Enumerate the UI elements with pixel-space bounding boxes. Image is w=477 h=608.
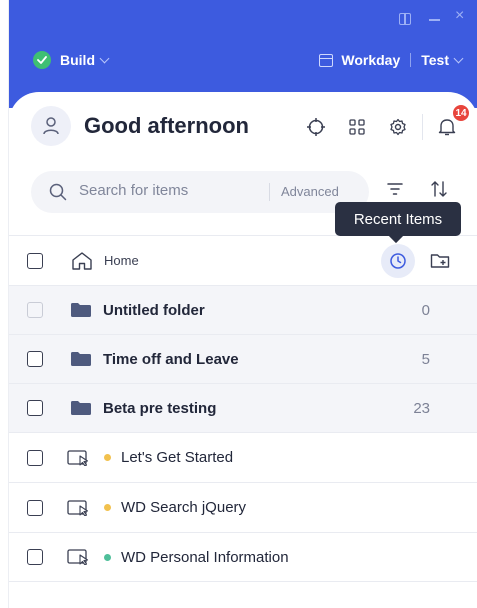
list-item-folder[interactable]: Untitled folder 0 xyxy=(9,285,477,334)
search-icon xyxy=(49,183,67,201)
user-icon xyxy=(43,117,59,135)
search-input[interactable] xyxy=(79,182,259,199)
chevron-down-icon xyxy=(99,53,110,63)
app-panel: × Build Workday Test Good afternoon 14 S… xyxy=(8,0,477,608)
row-checkbox xyxy=(27,302,43,318)
grid-icon[interactable] xyxy=(346,116,368,138)
status-dot xyxy=(104,504,111,511)
list-item-folder[interactable]: Time off and Leave 5 xyxy=(9,334,477,383)
list-item-folder[interactable]: Beta pre testing 23 xyxy=(9,383,477,432)
avatar[interactable] xyxy=(31,106,71,146)
filter-icon[interactable] xyxy=(387,182,403,196)
row-checkbox[interactable] xyxy=(27,499,43,516)
notification-badge: 14 xyxy=(451,103,471,123)
recent-items-button[interactable] xyxy=(381,243,415,278)
divider xyxy=(410,53,412,67)
flow-icon xyxy=(67,449,89,466)
folder-icon xyxy=(71,303,91,317)
gear-icon[interactable] xyxy=(387,116,409,138)
divider xyxy=(422,114,423,140)
folder-icon xyxy=(71,352,91,366)
select-all-checkbox[interactable] xyxy=(27,252,43,269)
item-count: 23 xyxy=(413,399,430,417)
minimize-icon[interactable] xyxy=(429,19,440,21)
folder-name: Beta pre testing xyxy=(103,399,217,417)
item-count: 0 xyxy=(421,301,430,319)
workspace-icon xyxy=(319,53,334,67)
greeting-title: Good afternoon xyxy=(84,113,249,138)
row-checkbox[interactable] xyxy=(27,449,43,466)
folder-name: Time off and Leave xyxy=(103,350,239,368)
breadcrumb-home[interactable]: Home xyxy=(104,253,139,268)
list-item-flow[interactable]: WD Search jQuery xyxy=(9,482,477,532)
sort-icon[interactable] xyxy=(430,180,448,198)
close-icon[interactable]: × xyxy=(455,8,464,24)
chevron-down-icon xyxy=(453,53,464,63)
clock-icon xyxy=(390,252,406,269)
add-folder-icon[interactable] xyxy=(430,253,450,269)
window-restore-icon[interactable] xyxy=(399,13,411,25)
environment-selector[interactable]: Workday Test xyxy=(319,52,464,68)
list-item-flow[interactable]: WD Personal Information xyxy=(9,532,477,582)
row-checkbox[interactable] xyxy=(27,549,43,565)
workspace-label: Workday xyxy=(341,52,401,68)
environment-label: Test xyxy=(421,52,449,68)
flow-icon xyxy=(67,499,89,516)
recent-items-tooltip: Recent Items xyxy=(335,202,461,236)
flow-name: Let's Get Started xyxy=(121,449,234,466)
status-dot xyxy=(104,454,111,461)
flow-name: WD Search jQuery xyxy=(121,499,247,516)
check-icon xyxy=(33,51,51,69)
folder-name: Untitled folder xyxy=(103,301,205,319)
folder-icon xyxy=(71,401,91,415)
home-icon[interactable] xyxy=(71,251,93,271)
flow-name: WD Personal Information xyxy=(121,548,289,566)
divider xyxy=(269,183,270,201)
row-checkbox[interactable] xyxy=(27,351,43,367)
row-checkbox[interactable] xyxy=(27,400,43,416)
search-bar: Advanced xyxy=(31,171,369,213)
crosshair-icon[interactable] xyxy=(305,116,327,138)
list-item-flow[interactable]: Let's Get Started xyxy=(9,432,477,482)
item-count: 5 xyxy=(421,350,430,368)
status-dot xyxy=(104,553,111,561)
mode-label: Build xyxy=(60,52,95,68)
flow-icon xyxy=(67,549,89,565)
advanced-search-button[interactable]: Advanced xyxy=(281,184,339,199)
home-row: Home xyxy=(9,235,477,285)
mode-dropdown[interactable]: Build xyxy=(33,51,110,69)
